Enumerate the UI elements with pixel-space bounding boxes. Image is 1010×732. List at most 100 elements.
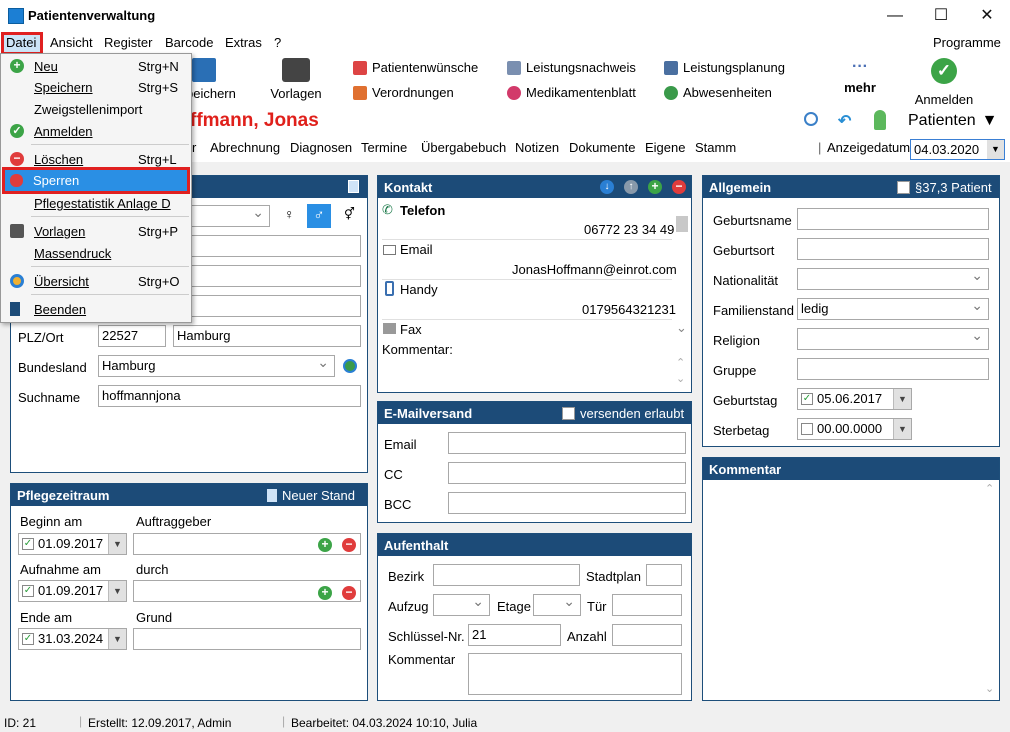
close-button[interactable]: ✕ [964,0,1010,32]
tuer-field[interactable] [612,594,682,616]
dropdown-icon[interactable]: ▼ [108,581,126,601]
bcc-field[interactable] [448,492,686,514]
dropdown-icon[interactable]: ▼ [893,419,911,439]
menu-item-massendruck[interactable]: Massendruck [2,242,190,264]
menu-item-sperren[interactable]: Sperren [2,167,190,194]
tab-stamm[interactable]: Stamm [695,140,736,155]
dropdown-icon[interactable]: ▼ [108,534,126,554]
tab-eigene[interactable]: Eigene [645,140,685,155]
document-icon[interactable] [348,180,359,193]
aufzug-select[interactable] [433,594,490,616]
menu-extras[interactable]: Extras [225,35,262,50]
menu-item-neu[interactable]: + Neu Strg+N [2,55,190,77]
beginn-date[interactable]: ✓ 01.09.2017 ▼ [18,533,127,555]
menu-item-beenden[interactable]: Beenden [2,298,190,320]
schluessel-field[interactable]: 21 [468,624,561,646]
menu-item-vorlagen[interactable]: Vorlagen Strg+P [2,220,190,242]
tab-termine[interactable]: Termine [361,140,407,155]
ende-date[interactable]: ✓ 31.03.2024 ▼ [18,628,127,650]
email-value[interactable]: JonasHoffmann@einrot.com [512,262,677,277]
abwesenheiten-button[interactable]: Abwesenheiten [664,85,772,100]
person-green-icon[interactable] [874,110,886,130]
menu-item-pflegestatistik[interactable]: Pflegestatistik Anlage D [2,192,190,214]
etage-select[interactable] [533,594,581,616]
geburtstag-checkbox[interactable]: ✓ [801,393,813,405]
plz-field[interactable]: 22527 [98,325,166,347]
menu-item-uebersicht[interactable]: Übersicht Strg+O [2,270,190,292]
scrollbar-thumb[interactable] [676,216,688,232]
tab-diagnosen[interactable]: Diagnosen [290,140,352,155]
leistungsplanung-button[interactable]: Leistungsplanung [664,60,785,75]
aufnahme-date[interactable]: ✓ 01.09.2017 ▼ [18,580,127,602]
nationalitaet-select[interactable] [797,268,989,290]
menu-help[interactable]: ? [274,35,281,50]
religion-select[interactable] [797,328,989,350]
add-icon[interactable]: + [318,538,332,552]
move-up-icon[interactable]: ↑ [624,180,638,194]
patientenwuensche-button[interactable]: Patientenwünsche [353,60,478,75]
tab-uebergabebuch[interactable]: Übergabebuch [421,140,506,155]
patienten-dropdown[interactable]: Patienten ▼ [908,112,997,130]
menu-programme[interactable]: Programme [933,35,1001,50]
kommentar-textarea[interactable] [703,480,999,700]
beginn-checkbox[interactable]: ✓ [22,538,34,550]
scroll-down-icon[interactable]: ⌄ [676,372,685,385]
date-dropdown-icon[interactable]: ▼ [987,140,1004,159]
anzeigedatum-field[interactable]: 04.03.2020 ▼ [910,139,1005,160]
telefon-value[interactable]: 06772 23 34 49 [584,222,674,237]
scroll-down-icon[interactable]: ⌄ [676,320,687,336]
tab-notizen[interactable]: Notizen [515,140,559,155]
add-icon[interactable]: + [318,586,332,600]
undo-icon[interactable]: ↶ [838,111,851,131]
menu-register[interactable]: Register [104,35,152,50]
neuer-stand-button[interactable]: Neuer Stand [267,488,355,503]
suchname-field[interactable]: hoffmannjona [98,385,361,407]
globe-icon[interactable] [343,359,357,373]
search-icon[interactable] [804,112,818,126]
remove-icon[interactable]: − [342,586,356,600]
strasse-field[interactable] [173,295,361,317]
bezirk-field[interactable] [433,564,580,586]
anzahl-field[interactable] [612,624,682,646]
gruppe-field[interactable] [797,358,989,380]
add-icon[interactable]: + [648,180,662,194]
cc-field[interactable] [448,462,686,484]
ort-field[interactable]: Hamburg [173,325,361,347]
menu-item-zweigstellenimport[interactable]: Zweigstellenimport [2,98,190,120]
grund-field[interactable] [133,628,361,650]
handy-value[interactable]: 0179564321231 [582,302,676,317]
p37-checkbox[interactable]: §37,3 Patient [897,180,992,195]
remove-icon[interactable]: − [342,538,356,552]
geburtsort-field[interactable] [797,238,989,260]
scroll-up-icon[interactable]: ⌃ [676,356,685,369]
tab-abrechnung[interactable]: Abrechnung [210,140,280,155]
geburtsname-field[interactable] [797,208,989,230]
tab-dokumente[interactable]: Dokumente [569,140,635,155]
ende-checkbox[interactable]: ✓ [22,633,34,645]
maximize-button[interactable]: ☐ [918,0,964,32]
save-button[interactable]: peichern [186,58,236,101]
gender-diverse-icon[interactable]: ⚥ [344,207,355,221]
stadtplan-field[interactable] [646,564,682,586]
aufenthalt-kommentar-field[interactable] [468,653,682,695]
sterbetag-checkbox[interactable] [801,423,813,435]
dropdown-icon[interactable]: ▼ [893,389,911,409]
dropdown-icon[interactable]: ▼ [108,629,126,649]
sterbetag-date[interactable]: 00.00.0000 ▼ [797,418,912,440]
vorname-field[interactable] [173,265,361,287]
minimize-button[interactable]: — [872,0,918,32]
aufnahme-checkbox[interactable]: ✓ [22,585,34,597]
scroll-down-icon[interactable]: ⌄ [985,682,994,695]
tab-partial[interactable]: r [192,140,196,155]
menu-item-anmelden[interactable]: ✓ Anmelden [2,120,190,142]
menu-datei[interactable]: Datei [6,35,36,50]
scroll-up-icon[interactable]: ⌃ [985,482,994,495]
familienstand-select[interactable]: ledig [797,298,989,320]
remove-icon[interactable]: − [672,180,686,194]
medikamentenblatt-button[interactable]: Medikamentenblatt [507,85,636,100]
versenden-checkbox[interactable]: versenden erlaubt [562,406,684,421]
gender-female-icon[interactable]: ♀ [284,206,295,222]
geburtstag-date[interactable]: ✓ 05.06.2017 ▼ [797,388,912,410]
titel-field[interactable] [173,235,361,257]
move-down-icon[interactable]: ↓ [600,180,614,194]
